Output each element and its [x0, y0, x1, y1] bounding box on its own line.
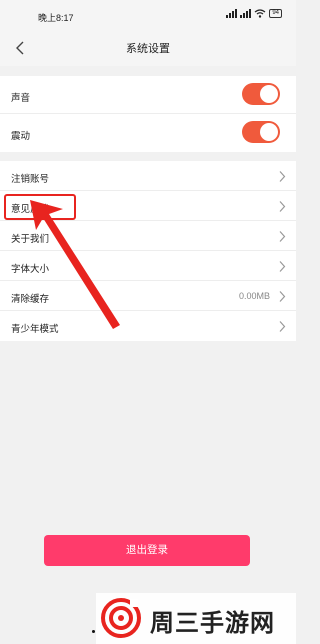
annotation-highlight-box: [4, 194, 76, 220]
menu-item-about[interactable]: 关于我们: [0, 221, 296, 251]
menu-item-deregister[interactable]: 注销账号: [0, 161, 296, 191]
toggle-knob: [260, 85, 278, 103]
signal-icon: [226, 9, 238, 18]
logout-button[interactable]: 退出登录: [44, 535, 250, 566]
cache-size: 0.00MB: [238, 291, 270, 301]
toggle-knob: [260, 123, 278, 141]
sound-toggle[interactable]: [242, 83, 280, 105]
vibration-toggle[interactable]: [242, 121, 280, 143]
nav-bar: 系统设置: [0, 30, 296, 66]
toggle-group: 声音 震动: [0, 76, 296, 152]
signal-icon: [240, 9, 252, 18]
menu-item-label: 清除缓存: [11, 294, 50, 305]
menu-item-teen-mode[interactable]: 青少年模式: [0, 311, 296, 341]
sound-label: 声音: [11, 93, 31, 104]
chevron-right-icon: [279, 321, 286, 332]
watermark-text: 周三手游网: [150, 609, 275, 637]
menu-group: 注销账号 意见反馈 关于我们 字体大小 清除缓存 0.00MB 青少年模式: [0, 161, 296, 341]
sound-row: 声音: [0, 76, 296, 114]
page-title: 系统设置: [126, 43, 170, 55]
menu-item-label: 字体大小: [11, 264, 50, 275]
vibration-row: 震动: [0, 114, 296, 152]
chevron-right-icon: [279, 261, 286, 272]
chevron-right-icon: [279, 291, 286, 302]
status-time: 晚上8:17: [38, 13, 74, 23]
chevron-right-icon: [279, 201, 286, 212]
battery-icon: 94: [269, 9, 282, 18]
home-indicator: [92, 630, 95, 633]
watermark-logo-icon: [101, 598, 141, 638]
menu-item-label: 青少年模式: [11, 324, 59, 335]
menu-item-font-size[interactable]: 字体大小: [0, 251, 296, 281]
chevron-right-icon: [279, 231, 286, 242]
chevron-right-icon: [279, 171, 286, 182]
wifi-icon: [254, 9, 266, 18]
menu-item-label: 注销账号: [11, 174, 50, 185]
status-icons: 94: [226, 9, 282, 18]
menu-item-clear-cache[interactable]: 清除缓存 0.00MB: [0, 281, 296, 311]
menu-item-label: 关于我们: [11, 234, 50, 245]
vibration-label: 震动: [11, 131, 31, 142]
watermark: 周三手游网: [96, 593, 296, 644]
status-bar: 晚上8:17 94: [0, 0, 296, 30]
